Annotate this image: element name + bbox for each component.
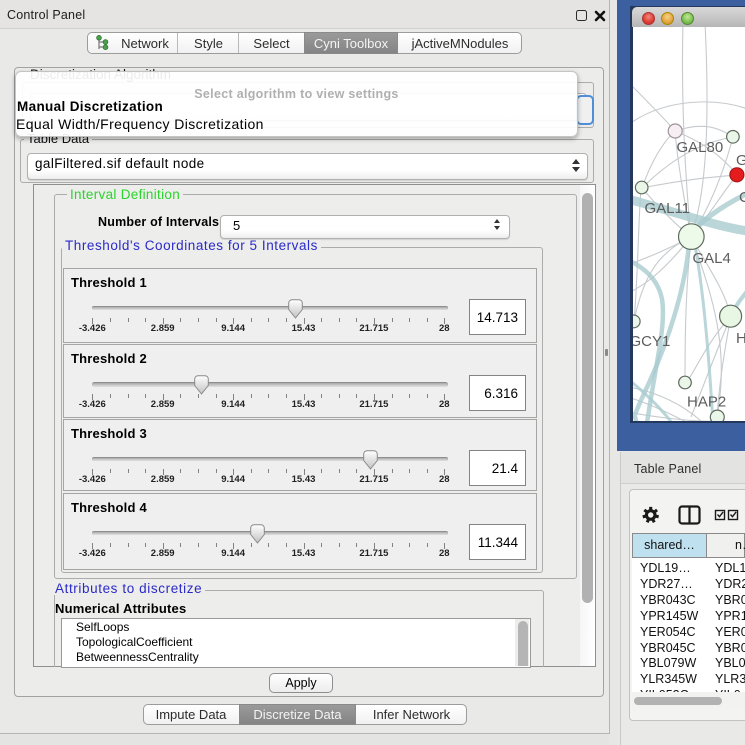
svg-text:HAP2: HAP2	[687, 394, 726, 411]
svg-text:C: C	[739, 189, 745, 206]
svg-text:G: G	[736, 152, 745, 169]
svg-text:H: H	[736, 330, 745, 347]
svg-text:GAL4: GAL4	[693, 250, 731, 267]
svg-text:GAL11: GAL11	[645, 200, 691, 217]
svg-text:GCY1: GCY1	[633, 333, 670, 350]
svg-text:GAL80: GAL80	[677, 139, 724, 156]
